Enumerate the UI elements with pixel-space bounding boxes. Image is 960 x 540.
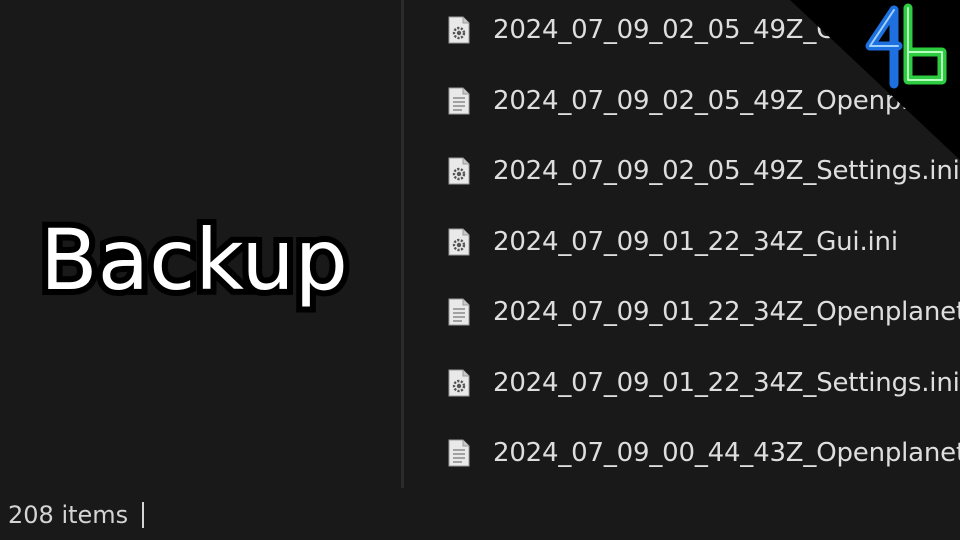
status-bar: 208 items <box>0 490 960 540</box>
file-name: 2024_07_09_01_22_34Z_Gui.ini <box>493 227 898 257</box>
file-name: 2024_07_09_02_05_49Z_Settings.ini <box>493 156 960 186</box>
settings-file-icon <box>448 228 470 256</box>
status-separator <box>142 502 144 528</box>
text-file-icon <box>448 298 470 326</box>
settings-file-icon <box>448 369 470 397</box>
overlay-title: Backup <box>34 211 354 309</box>
file-name: 2024_07_09_01_22_34Z_Settings.ini <box>493 368 960 398</box>
list-item[interactable]: 2024_07_09_01_22_34Z_Gui.ini <box>448 220 898 264</box>
file-name: 2024_07_09_01_22_34Z_Openplanet.log <box>493 297 960 327</box>
text-file-icon <box>448 439 470 467</box>
list-item[interactable]: 2024_07_09_01_22_34Z_Openplanet.log <box>448 290 960 334</box>
file-name: 2024_07_09_00_44_43Z_Openplanet.log <box>493 438 960 468</box>
settings-file-icon <box>448 16 470 44</box>
channel-logo <box>790 0 960 160</box>
list-item[interactable]: 2024_07_09_01_22_34Z_Settings.ini <box>448 361 960 405</box>
explorer-window: 2024_07_09_02_05_49Z_Gui.ini 2024_07_09_… <box>0 0 960 540</box>
item-count: 208 items <box>8 501 129 529</box>
list-item[interactable]: 2024_07_09_00_44_43Z_Openplanet.log <box>448 431 960 475</box>
text-file-icon <box>448 87 470 115</box>
settings-file-icon <box>448 157 470 185</box>
